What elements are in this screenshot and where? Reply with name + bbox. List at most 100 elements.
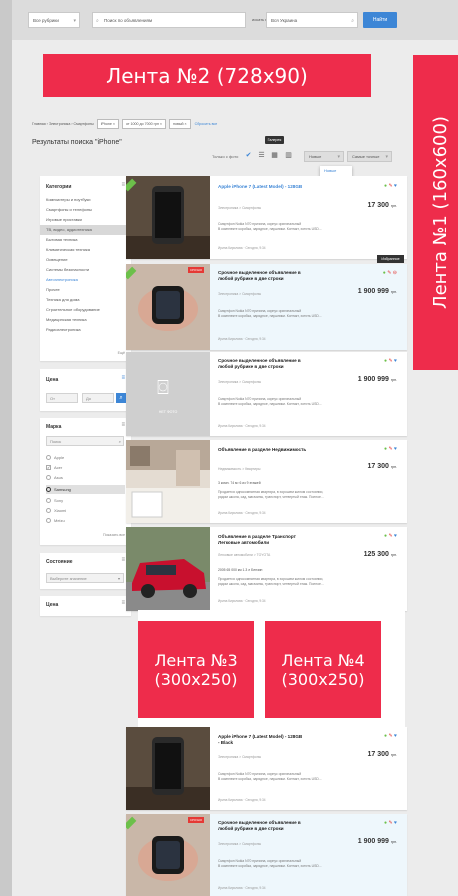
pin-icon[interactable]: ✎ xyxy=(388,733,392,739)
search-icon[interactable]: ⌕ xyxy=(116,393,126,403)
more-categories-link[interactable]: Ещё xyxy=(118,351,125,355)
listing-title[interactable]: Объявление в разделе Транспорт Легковые … xyxy=(218,534,296,546)
category-item[interactable]: Системы безопасности xyxy=(40,265,131,275)
menu-icon[interactable]: ≡ xyxy=(121,557,125,563)
ad-banner-square-1[interactable]: Лента №3 (300x250) xyxy=(138,621,254,718)
listing-card-highlighted[interactable]: СРОЧНО Срочное выделенное объявление в л… xyxy=(126,264,407,350)
category-item-active[interactable]: ТВ, видео, аудиотехника xyxy=(40,225,131,235)
listing-card[interactable]: Apple iPhone 7 (Latest Model) - 128GB ● … xyxy=(126,176,407,259)
pin-icon[interactable]: ✎ xyxy=(387,270,391,276)
favorite-active-icon[interactable]: ⊖ xyxy=(393,270,397,276)
price-to-input[interactable]: До xyxy=(82,393,114,403)
listing-card-highlighted[interactable]: СРОЧНО Срочное выделенное объявление в л… xyxy=(126,814,407,896)
brand-option[interactable]: Asus xyxy=(46,475,63,480)
listing-card[interactable]: Объявление в разделе Транспорт Легковые … xyxy=(126,527,407,611)
sort-option[interactable]: Новые xyxy=(320,166,352,176)
phone-icon[interactable]: ● xyxy=(384,820,387,826)
checkmark-icon[interactable]: ✔ xyxy=(244,151,253,160)
category-item[interactable]: Строительное оборудование xyxy=(40,305,131,315)
listing-photo-placeholder[interactable]: ⌼ НЕТ ФОТО xyxy=(126,352,210,436)
heart-icon[interactable]: ♥ xyxy=(394,733,397,739)
phone-icon[interactable]: ● xyxy=(384,183,387,189)
category-item[interactable]: Освещение xyxy=(40,255,131,265)
category-item[interactable]: Игровые приставки xyxy=(40,215,131,225)
breadcrumb-path[interactable]: Главная › Электроника › Смартфоны xyxy=(32,122,94,126)
listing-photo[interactable] xyxy=(126,176,210,259)
listing-title[interactable]: Срочное выделенное объявление в любой ру… xyxy=(218,270,301,282)
category-item[interactable]: Бытовая техника xyxy=(40,235,131,245)
listing-title[interactable]: Apple iPhone 7 (Latest Model) - 128GB xyxy=(218,184,302,190)
phone-icon[interactable]: ● xyxy=(384,533,387,539)
ad-banner-square-2[interactable]: Лента №4 (300x250) xyxy=(265,621,381,718)
menu-icon[interactable]: ≡ xyxy=(121,375,125,381)
phone-icon[interactable]: ● xyxy=(384,358,387,364)
filter-chip[interactable]: iPhone × xyxy=(96,119,119,129)
price-value: 17 300 xyxy=(367,463,389,470)
listing-description: Продается однокомнатная квартира, в хоро… xyxy=(218,490,324,499)
sort-select[interactable]: Новые ▾ xyxy=(304,151,344,162)
brand-option[interactable]: ✓ Acer xyxy=(46,465,62,470)
pin-icon[interactable]: ✎ xyxy=(388,533,392,539)
category-item[interactable]: Техника для дома xyxy=(40,295,131,305)
listing-photo[interactable] xyxy=(126,527,210,611)
category-item[interactable]: Компьютеры и ноутбуки xyxy=(40,195,131,205)
pin-icon[interactable]: ✎ xyxy=(388,183,392,189)
heart-icon[interactable]: ♥ xyxy=(394,446,397,452)
listing-photo[interactable]: СРОЧНО xyxy=(126,814,210,896)
condition-select[interactable]: Выберите значение ▾ xyxy=(46,573,124,583)
price-value: 125 300 xyxy=(363,551,389,558)
relevance-select[interactable]: Самые точные ▾ xyxy=(347,151,392,162)
listing-description: Продается однокомнатная квартира, в хоро… xyxy=(218,577,324,586)
listing-title[interactable]: Срочное выделенное объявление в любой ру… xyxy=(218,358,301,370)
listing-title[interactable]: Объявление в разделе Недвижимость xyxy=(218,447,306,453)
menu-icon[interactable]: ≡ xyxy=(121,422,125,428)
category-item[interactable]: Смартфоны и телефоны xyxy=(40,205,131,215)
brand-option[interactable]: Xiaomi xyxy=(46,508,66,513)
brand-option[interactable]: Meizu xyxy=(46,518,65,523)
category-item[interactable]: Климатическая техника xyxy=(40,245,131,255)
listing-photo[interactable] xyxy=(126,727,210,810)
brand-option[interactable]: Sony xyxy=(46,498,63,503)
phone-icon[interactable]: ● xyxy=(384,446,387,452)
kitchen-photo xyxy=(126,440,210,523)
category-item[interactable]: Радиоэлектроника xyxy=(40,325,131,335)
listing-photo[interactable] xyxy=(126,440,210,523)
grid-view-icon[interactable]: ▦ xyxy=(270,151,279,160)
category-item[interactable]: Автоэлектроника xyxy=(40,275,131,285)
search-input[interactable]: ⌕ Поиск по объявлениям xyxy=(92,12,246,28)
find-button[interactable]: Найти xyxy=(363,12,397,28)
list-view-icon[interactable]: ☰ xyxy=(257,151,266,160)
heart-icon[interactable]: ♥ xyxy=(394,358,397,364)
clear-filters-link[interactable]: Сбросить все xyxy=(195,122,218,126)
pin-icon[interactable]: ✎ xyxy=(388,820,392,826)
section-select[interactable]: Все рубрики ▾ xyxy=(28,12,80,28)
gallery-view-icon[interactable]: ▥ xyxy=(284,151,293,160)
brand-option-selected[interactable]: Samsung xyxy=(46,485,125,494)
ad-banner-top[interactable]: Лента №2 (728x90) xyxy=(43,54,371,97)
filter-chip[interactable]: новый × xyxy=(169,119,191,129)
heart-icon[interactable]: ♥ xyxy=(394,183,397,189)
category-item[interactable]: Медицинская техника xyxy=(40,315,131,325)
listing-card[interactable]: Объявление в разделе Недвижимость ● ✎ ♥ … xyxy=(126,440,407,523)
pin-icon[interactable]: ✎ xyxy=(388,358,392,364)
region-select[interactable]: Вся Украина ⌕ xyxy=(266,12,358,28)
category-item[interactable]: Прочее xyxy=(40,285,131,295)
show-all-brands-link[interactable]: Показать все xyxy=(103,533,125,537)
listing-photo[interactable]: СРОЧНО xyxy=(126,264,210,350)
menu-icon[interactable]: ≡ xyxy=(121,182,125,188)
phone-icon[interactable]: ● xyxy=(384,733,387,739)
listing-title[interactable]: Apple iPhone 7 (Latest Model) - 128GB - … xyxy=(218,734,302,746)
brand-search-input[interactable]: Поиск ⌕ xyxy=(46,436,124,446)
heart-icon[interactable]: ♥ xyxy=(394,533,397,539)
pin-icon[interactable]: ✎ xyxy=(388,446,392,452)
ad-banner-side[interactable]: Лента №1 (160x600) xyxy=(413,55,458,370)
listing-card[interactable]: ⌼ НЕТ ФОТО Срочное выделенное объявление… xyxy=(126,352,407,436)
brand-option[interactable]: Apple xyxy=(46,455,64,460)
listing-card[interactable]: Apple iPhone 7 (Latest Model) - 128GB - … xyxy=(126,727,407,810)
phone-icon[interactable]: ● xyxy=(383,270,386,276)
heart-icon[interactable]: ♥ xyxy=(394,820,397,826)
listing-title[interactable]: Срочное выделенное объявление в любой ру… xyxy=(218,820,301,832)
menu-icon[interactable]: ≡ xyxy=(121,600,125,606)
price-from-input[interactable]: От xyxy=(46,393,78,403)
filter-chip[interactable]: от 1000 до 7000 грн × xyxy=(121,119,167,129)
